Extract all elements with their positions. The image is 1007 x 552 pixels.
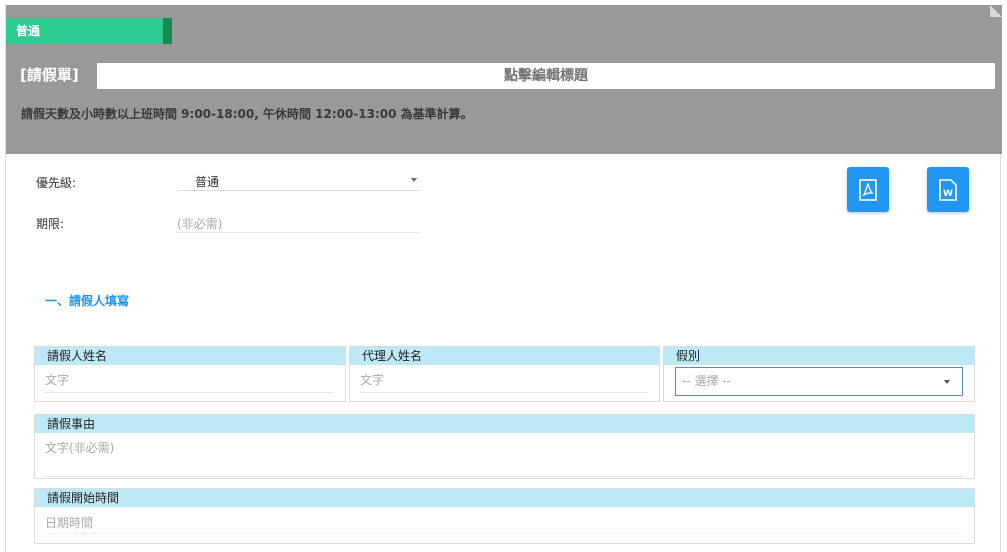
agent-name-input[interactable]: 文字 (360, 371, 648, 393)
word-icon: W (939, 178, 957, 201)
reason-input[interactable]: 文字(非必需) (45, 439, 964, 477)
priority-select-value: 普通 (195, 175, 220, 189)
priority-tag: 普通 (6, 18, 172, 44)
deadline-label: 期限: (36, 217, 65, 231)
chevron-down-icon (944, 380, 950, 384)
export-word-button[interactable]: W (927, 167, 969, 212)
leave-type-field: 假別 -- 選擇 -- (663, 346, 975, 402)
title-input[interactable] (97, 63, 995, 89)
word-icon-letter: W (943, 189, 953, 199)
form-page: 普通 [請假單] 請假天數及小時數以上班時間 9:00-18:00, 午休時間 … (5, 5, 1002, 552)
page-corner-fold (990, 5, 1002, 17)
applicant-name-label: 請假人姓名 (35, 347, 345, 365)
start-time-label: 請假開始時間 (35, 489, 974, 507)
priority-select[interactable]: 普通 (177, 171, 420, 191)
reason-field: 請假事由 文字(非必需) (34, 414, 975, 479)
deadline-input[interactable]: (非必需) (177, 213, 420, 233)
agent-name-field: 代理人姓名 文字 (349, 346, 660, 402)
form-header: 普通 [請假單] 請假天數及小時數以上班時間 9:00-18:00, 午休時間 … (6, 5, 1002, 154)
section-heading: 一、請假人填寫 (45, 294, 130, 308)
export-pdf-button[interactable] (847, 167, 889, 212)
form-name: [請假單] (20, 66, 79, 84)
applicant-name-field: 請假人姓名 文字 (34, 346, 346, 402)
pdf-icon (859, 178, 877, 201)
priority-tag-marker (163, 18, 172, 44)
start-time-input[interactable]: 日期時間 (45, 514, 964, 534)
leave-type-select-placeholder: -- 選擇 -- (682, 374, 731, 388)
leave-type-label: 假別 (664, 347, 974, 365)
chevron-down-icon (411, 178, 417, 182)
start-time-field: 請假開始時間 日期時間 (34, 488, 975, 544)
priority-label: 優先級: (36, 176, 77, 190)
agent-name-label: 代理人姓名 (350, 347, 659, 365)
applicant-name-input[interactable]: 文字 (45, 371, 333, 393)
reason-label: 請假事由 (35, 415, 974, 433)
leave-type-select[interactable]: -- 選擇 -- (675, 367, 963, 396)
calculation-note: 請假天數及小時數以上班時間 9:00-18:00, 午休時間 12:00-13:… (21, 107, 473, 121)
